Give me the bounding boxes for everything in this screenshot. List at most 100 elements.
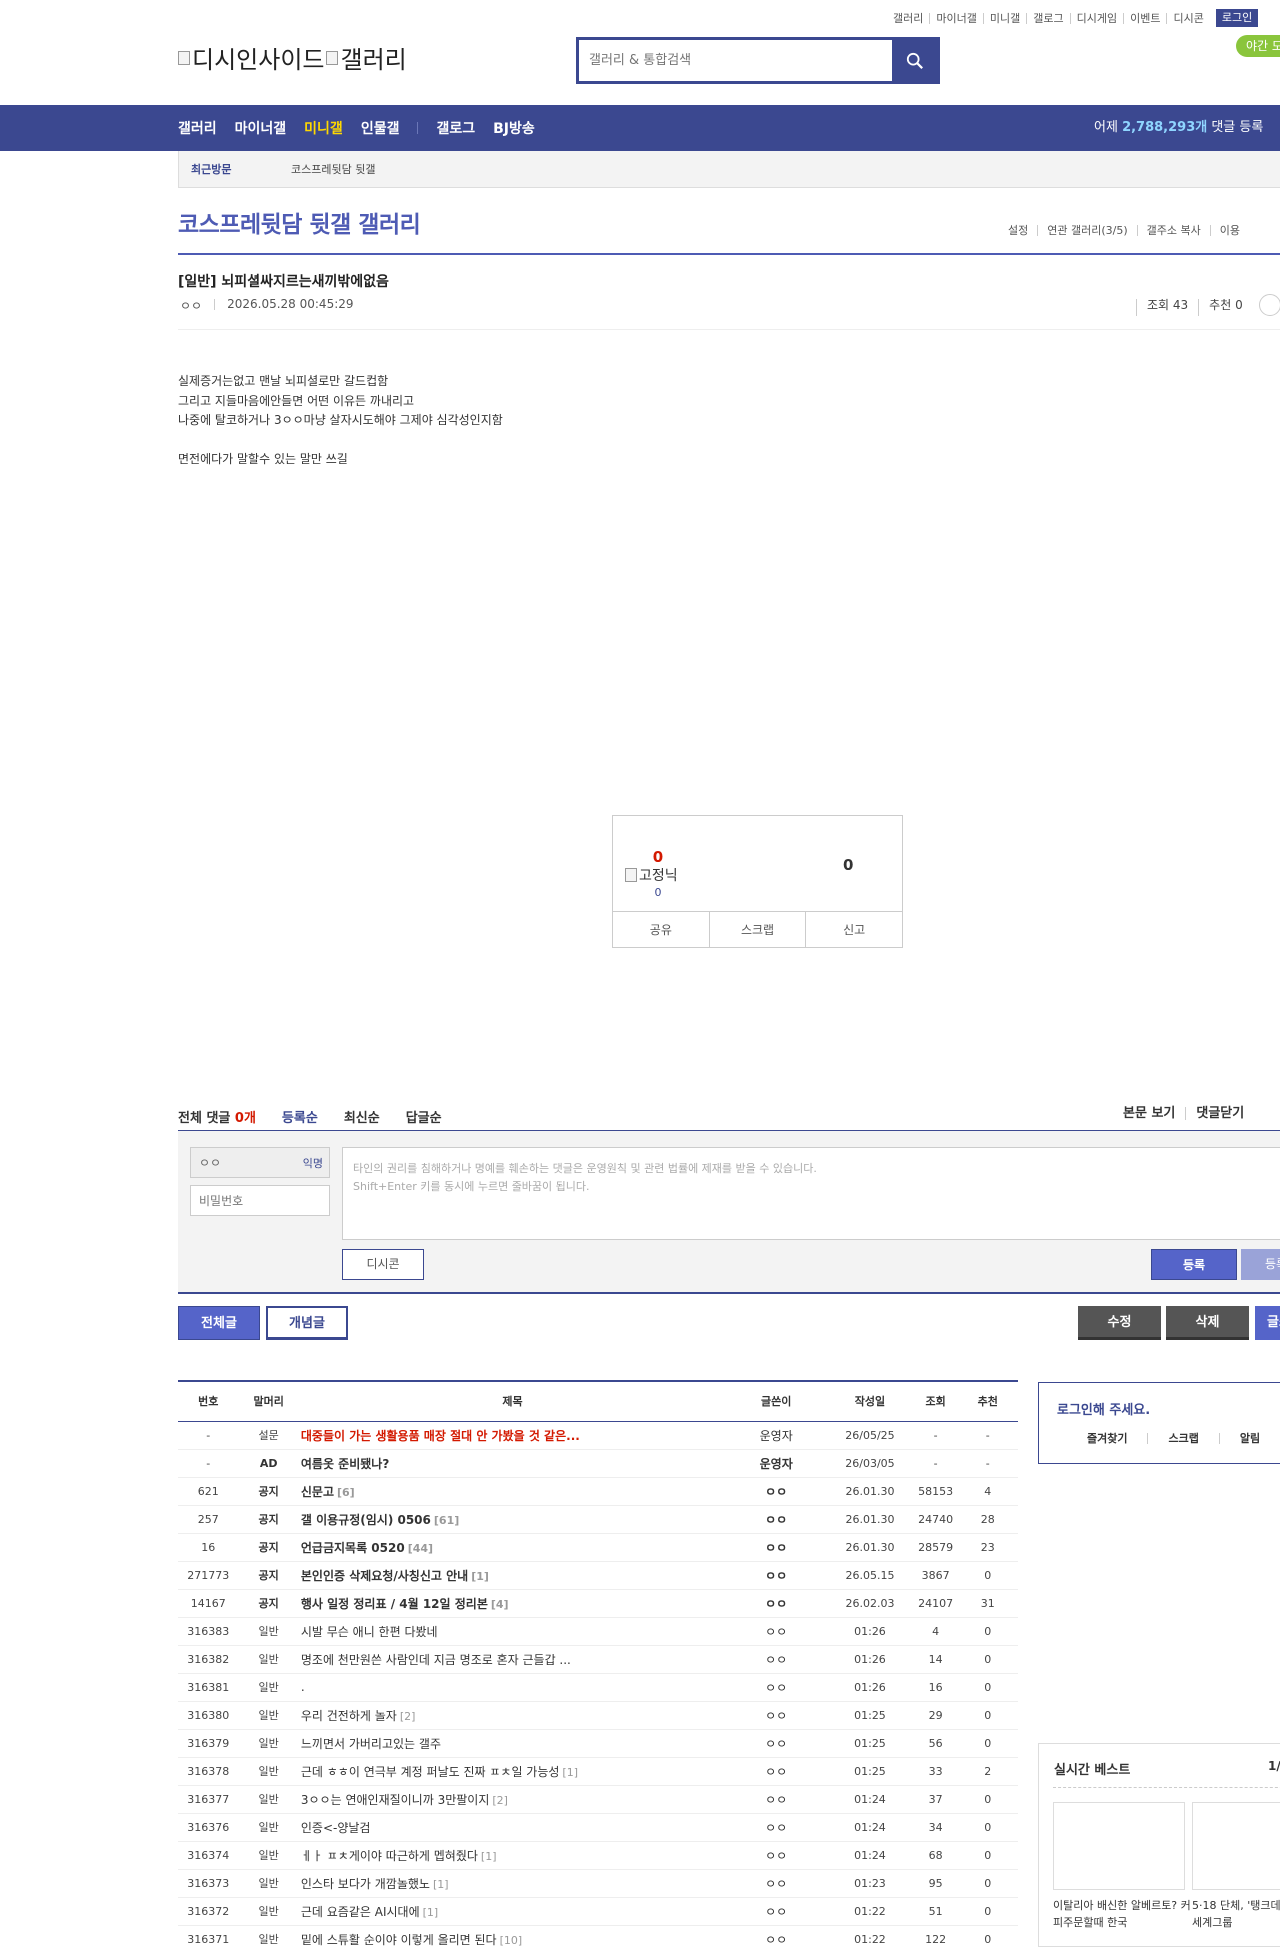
post-writer[interactable]: ㅇㅇ: [726, 1785, 827, 1814]
site-logo[interactable]: 디시인사이드 갤러리: [178, 40, 407, 75]
best-thumbnail[interactable]: [1053, 1802, 1185, 1890]
search-button[interactable]: [893, 40, 937, 81]
gnb-minor[interactable]: 마이너갤: [235, 118, 287, 138]
reply-count[interactable]: [1]: [562, 1766, 578, 1779]
comment-name-field[interactable]: ㅇㅇ 익명: [190, 1147, 330, 1178]
table-row[interactable]: 316374 일반 ㅔㅏ ㅍㅊ게이야 따근하게 멥혀줬다 [1] ㅇㅇ 01:24 68 0: [178, 1841, 1018, 1870]
post-subject[interactable]: 여름옷 준비됐나?: [298, 1449, 727, 1478]
post-writer[interactable]: ㅇㅇ: [726, 1673, 827, 1702]
best-thumbnail[interactable]: [1192, 1802, 1280, 1890]
util-link-gallog[interactable]: 갤로그: [1026, 12, 1069, 24]
post-writer[interactable]: ㅇㅇ: [726, 1897, 827, 1926]
reply-count[interactable]: [4]: [491, 1598, 509, 1611]
sort-replies[interactable]: 답글순: [406, 1107, 442, 1126]
notification-link[interactable]: 알림: [1218, 1433, 1280, 1444]
post-subject[interactable]: 느끼면서 가버리고있는 갤주: [298, 1729, 727, 1758]
table-row[interactable]: 316380 일반 우리 건전하게 놀자 [2] ㅇㅇ 01:25 29 0: [178, 1701, 1018, 1730]
table-row[interactable]: 16 공지 언급금지목록 0520 [44] ㅇㅇ 26.01.30 28579 23: [178, 1533, 1018, 1562]
post-writer[interactable]: ㅇㅇ: [726, 1477, 827, 1506]
all-posts-button[interactable]: 전체글: [178, 1306, 260, 1340]
reply-count[interactable]: [6]: [337, 1486, 355, 1499]
scrap-link[interactable]: 스크랩: [1147, 1433, 1218, 1444]
table-row[interactable]: 316377 일반 3ㅇㅇ는 연애인재질이니까 3만팔이지 [2] ㅇㅇ 01:24 37 0: [178, 1785, 1018, 1814]
recommend-up-count[interactable]: 0: [613, 848, 703, 866]
post-writer[interactable]: 운영자: [726, 1421, 827, 1450]
post-subject[interactable]: 근데 ㅎㅎ이 연극부 계정 퍼날도 진짜 ㅍㅊ일 가능성 [1]: [298, 1757, 727, 1786]
comment-register-alt-button[interactable]: 등록: [1241, 1249, 1280, 1280]
gnb-gallery[interactable]: 갤러리: [178, 118, 217, 138]
util-link-event[interactable]: 이벤트: [1123, 12, 1166, 24]
gallery-settings[interactable]: 설정: [1008, 225, 1037, 236]
gnb-bj[interactable]: BJ방송: [493, 118, 535, 138]
post-subject[interactable]: 인증<-양날검: [298, 1813, 727, 1842]
best-caption[interactable]: 이탈리아 배신한 알베르토? 커피주문할때 한국: [1053, 1897, 1193, 1931]
related-galleries[interactable]: 연관 갤러리(3/5): [1037, 225, 1136, 236]
recommend-down-count[interactable]: 0: [843, 856, 853, 874]
edit-button[interactable]: 수정: [1078, 1306, 1161, 1340]
fixed-nick-recommend[interactable]: 고정닉: [625, 865, 678, 885]
post-subject[interactable]: 갤 이용규정(임시) 0506 [61]: [298, 1505, 727, 1534]
post-writer[interactable]: ㅇㅇ: [726, 1701, 827, 1730]
table-row[interactable]: - 설문 대중들이 가는 생활용품 매장 절대 안 가봤을 것 같은... 운영자 26…: [178, 1421, 1018, 1450]
util-link-dcgame[interactable]: 디시게임: [1069, 12, 1123, 24]
util-link-minor[interactable]: 마이너갤: [929, 12, 982, 24]
post-writer[interactable]: ㅇㅇ: [726, 1645, 827, 1674]
table-row[interactable]: 316376 일반 인증<-양날검 ㅇㅇ 01:24 34 0: [178, 1813, 1018, 1842]
table-row[interactable]: 257 공지 갤 이용규정(임시) 0506 [61] ㅇㅇ 26.01.30 24740 2…: [178, 1505, 1018, 1534]
post-subject[interactable]: 인스타 보다가 개깜놀했노 [1]: [298, 1869, 727, 1898]
night-mode-toggle[interactable]: 야간 모드: [1236, 35, 1280, 57]
post-subject[interactable]: 근데 요즘같은 AI시대에 [1]: [298, 1897, 727, 1926]
post-subject[interactable]: ㅔㅏ ㅍㅊ게이야 따근하게 멥혀줬다 [1]: [298, 1841, 727, 1870]
post-subject[interactable]: 밑에 스튜활 순이야 이렇게 올리면 된다 [10]: [298, 1925, 727, 1947]
table-row[interactable]: 14167 공지 행사 일정 정리표 / 4월 12일 정리본 [4] ㅇㅇ 26.02.…: [178, 1589, 1018, 1618]
post-writer[interactable]: ㅇㅇ: [726, 1729, 827, 1758]
concept-posts-button[interactable]: 개념글: [266, 1306, 348, 1340]
post-subject[interactable]: 대중들이 가는 생활용품 매장 절대 안 가봤을 것 같은...: [298, 1421, 727, 1450]
table-row[interactable]: 316373 일반 인스타 보다가 개깜놀했노 [1] ㅇㅇ 01:23 95 0: [178, 1869, 1018, 1898]
table-row[interactable]: 316382 일반 명조에 천만원쓴 사람인데 지금 명조로 혼자 근들갑 ... ㅇ…: [178, 1645, 1018, 1674]
sort-latest[interactable]: 최신순: [344, 1107, 380, 1126]
table-row[interactable]: - AD 여름옷 준비됐나? 운영자 26/03/05- -: [178, 1449, 1018, 1478]
share-button[interactable]: 공유: [613, 912, 709, 947]
table-row[interactable]: 316372 일반 근데 요즘같은 AI시대에 [1] ㅇㅇ 01:22 51 0: [178, 1897, 1018, 1926]
post-writer[interactable]: ㅇㅇ: [726, 1561, 827, 1590]
scrap-button[interactable]: 스크랩: [708, 912, 806, 947]
reply-count[interactable]: [1]: [471, 1570, 489, 1583]
post-writer[interactable]: ㅇㅇ: [726, 1505, 827, 1534]
gnb-gallog[interactable]: 갤로그: [436, 118, 475, 138]
comment-register-button[interactable]: 등록: [1151, 1249, 1237, 1280]
util-link-gallery[interactable]: 갤러리: [893, 13, 929, 24]
table-row[interactable]: 316383 일반 시발 무슨 애니 한편 다봤네 ㅇㅇ 01:26 4 0: [178, 1617, 1018, 1646]
report-button[interactable]: 신고: [805, 912, 902, 947]
post-writer[interactable]: ㅇㅇ: [726, 1925, 827, 1947]
search-input[interactable]: [579, 40, 893, 81]
post-writer[interactable]: ㅇㅇ: [726, 1589, 827, 1618]
post-writer[interactable]: 운영자: [726, 1449, 827, 1478]
comment-password-field[interactable]: [190, 1185, 330, 1216]
table-row[interactable]: 316371 일반 밑에 스튜활 순이야 이렇게 올리면 된다 [10] ㅇㅇ 01:22…: [178, 1925, 1018, 1947]
dccon-button[interactable]: 디시콘: [342, 1249, 424, 1280]
post-writer[interactable]: ㅇㅇ: [180, 297, 202, 314]
table-row[interactable]: 316379 일반 느끼면서 가버리고있는 갤주 ㅇㅇ 01:25 56 0: [178, 1729, 1018, 1758]
reply-count[interactable]: [2]: [492, 1794, 508, 1807]
table-row[interactable]: 621 공지 신문고 [6] ㅇㅇ 26.01.30 58153 4: [178, 1477, 1018, 1506]
reply-count[interactable]: [1]: [481, 1850, 497, 1863]
post-writer[interactable]: ㅇㅇ: [726, 1533, 827, 1562]
reply-count[interactable]: [10]: [500, 1934, 523, 1947]
login-button[interactable]: 로그인: [1215, 9, 1259, 27]
post-writer[interactable]: ㅇㅇ: [726, 1841, 827, 1870]
post-subject[interactable]: 시발 무슨 애니 한편 다봤네: [298, 1617, 727, 1646]
table-row[interactable]: 316381 일반. ㅇㅇ 01:26 16 0: [178, 1673, 1018, 1702]
gnb-mini[interactable]: 미니갤: [304, 118, 343, 138]
util-link-mini[interactable]: 미니갤: [982, 12, 1026, 24]
post-subject[interactable]: 본인인증 삭제요청/사칭신고 안내 [1]: [298, 1561, 727, 1590]
post-subject[interactable]: 언급금지목록 0520 [44]: [298, 1533, 727, 1562]
post-writer[interactable]: ㅇㅇ: [726, 1869, 827, 1898]
post-writer[interactable]: ㅇㅇ: [726, 1757, 827, 1786]
reply-count[interactable]: [61]: [434, 1514, 459, 1527]
post-subject[interactable]: 우리 건전하게 놀자 [2]: [298, 1701, 727, 1730]
write-button[interactable]: 글쓰기: [1255, 1306, 1280, 1340]
reply-count[interactable]: [1]: [433, 1878, 449, 1891]
post-subject[interactable]: 신문고 [6]: [298, 1477, 727, 1506]
recent-visit-item[interactable]: 코스프레뒷담 뒷갤: [291, 161, 375, 177]
